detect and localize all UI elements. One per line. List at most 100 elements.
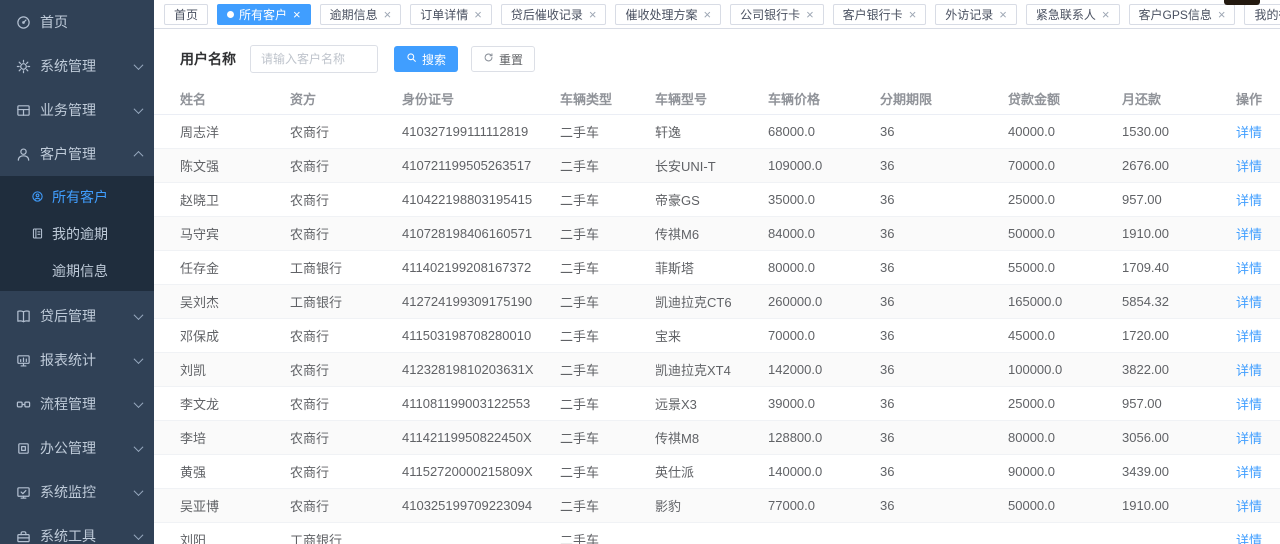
sidebar-subitem-1[interactable]: 我的逾期 bbox=[0, 215, 154, 252]
tab-label: 所有客户 bbox=[239, 6, 287, 23]
tab-4[interactable]: 贷后催收记录× bbox=[501, 4, 607, 25]
tab-11[interactable]: 我的待办× bbox=[1244, 4, 1280, 25]
table-cell: 影豹 bbox=[655, 488, 768, 522]
detail-link[interactable]: 详情 bbox=[1236, 363, 1262, 378]
sidebar-item-3[interactable]: 客户管理 bbox=[0, 132, 154, 176]
tab-6[interactable]: 公司银行卡 × bbox=[730, 4, 824, 25]
tab-label: 客户GPS信息 bbox=[1139, 6, 1212, 23]
table-cell: 工商银行 bbox=[290, 522, 402, 544]
close-icon[interactable]: × bbox=[293, 8, 301, 21]
table-row: 刘阳工商银行二手车详情 bbox=[154, 522, 1280, 544]
tab-label: 订单详情 bbox=[420, 6, 468, 23]
tab-9[interactable]: 紧急联系人 × bbox=[1026, 4, 1120, 25]
sidebar-item-1[interactable]: 系统管理 bbox=[0, 44, 154, 88]
sidebar-item-4[interactable]: 贷后管理 bbox=[0, 294, 154, 338]
sidebar-item-6[interactable]: 流程管理 bbox=[0, 382, 154, 426]
table-cell: 140000.0 bbox=[768, 454, 880, 488]
tab-1[interactable]: 所有客户 × bbox=[217, 4, 311, 25]
table-cell: 工商银行 bbox=[290, 284, 402, 318]
table-cell: 410422198803195415 bbox=[402, 182, 560, 216]
close-icon[interactable]: × bbox=[703, 8, 711, 21]
detail-link[interactable]: 详情 bbox=[1236, 261, 1262, 276]
table-cell: 412724199309175190 bbox=[402, 284, 560, 318]
sidebar-item-label: 贷后管理 bbox=[40, 306, 135, 326]
chevron-down-icon bbox=[134, 60, 144, 70]
sidebar-item-8[interactable]: 系统监控 bbox=[0, 470, 154, 514]
table-cell: 二手车 bbox=[560, 352, 655, 386]
table-cell: 远景X3 bbox=[655, 386, 768, 420]
table-cell: 5854.32 bbox=[1122, 284, 1232, 318]
sidebar-item-0[interactable]: 首页 bbox=[0, 0, 154, 44]
table-cell: 凯迪拉克XT4 bbox=[655, 352, 768, 386]
table-cell: 77000.0 bbox=[768, 488, 880, 522]
sidebar-item-7[interactable]: 办公管理 bbox=[0, 426, 154, 470]
tab-7[interactable]: 客户银行卡× bbox=[833, 4, 927, 25]
table-cell: 农商行 bbox=[290, 488, 402, 522]
chevron-down-icon bbox=[134, 104, 144, 114]
table-header: 姓名资方身份证号车辆类型车辆型号车辆价格分期期限贷款金额月还款操作 bbox=[154, 84, 1280, 114]
table-cell: 36 bbox=[880, 386, 1008, 420]
table-cell: 帝豪GS bbox=[655, 182, 768, 216]
sidebar-item-5[interactable]: 报表统计 bbox=[0, 338, 154, 382]
detail-link[interactable]: 详情 bbox=[1236, 193, 1262, 208]
table-cell: 周志洋 bbox=[154, 114, 290, 148]
table-cell: 1530.00 bbox=[1122, 114, 1232, 148]
column-header: 月还款 bbox=[1122, 84, 1232, 114]
table-cell: 陈文强 bbox=[154, 148, 290, 182]
detail-link[interactable]: 详情 bbox=[1236, 533, 1262, 544]
table-cell: 55000.0 bbox=[1008, 250, 1122, 284]
table-cell: 李文龙 bbox=[154, 386, 290, 420]
detail-link[interactable]: 详情 bbox=[1236, 329, 1262, 344]
tab-0[interactable]: 首页 bbox=[164, 4, 208, 25]
column-header: 贷款金额 bbox=[1008, 84, 1122, 114]
customer-circle-icon bbox=[31, 190, 44, 203]
detail-link[interactable]: 详情 bbox=[1236, 397, 1262, 412]
table-cell-action: 详情 bbox=[1232, 488, 1280, 522]
detail-link[interactable]: 详情 bbox=[1236, 125, 1262, 140]
detail-link[interactable]: 详情 bbox=[1236, 295, 1262, 310]
table-cell: 25000.0 bbox=[1008, 386, 1122, 420]
avatar-partial[interactable] bbox=[1224, 0, 1260, 5]
close-icon[interactable]: × bbox=[1218, 8, 1226, 21]
detail-link[interactable]: 详情 bbox=[1236, 465, 1262, 480]
sidebar-subitem-2[interactable]: 逾期信息 bbox=[0, 252, 154, 289]
table-cell: 任存金 bbox=[154, 250, 290, 284]
tab-2[interactable]: 逾期信息× bbox=[320, 4, 402, 25]
refresh-icon bbox=[483, 52, 494, 66]
table-cell bbox=[1122, 522, 1232, 544]
reset-button[interactable]: 重置 bbox=[471, 46, 535, 72]
table-cell-action: 详情 bbox=[1232, 386, 1280, 420]
detail-link[interactable]: 详情 bbox=[1236, 227, 1262, 242]
tab-label: 紧急联系人 bbox=[1036, 6, 1096, 23]
detail-link[interactable]: 详情 bbox=[1236, 499, 1262, 514]
gear-icon bbox=[16, 59, 31, 74]
customer-name-input[interactable] bbox=[250, 45, 378, 73]
close-icon[interactable]: × bbox=[909, 8, 917, 21]
detail-link[interactable]: 详情 bbox=[1236, 159, 1262, 174]
tab-8[interactable]: 外访记录× bbox=[935, 4, 1017, 25]
column-header: 操作 bbox=[1232, 84, 1280, 114]
tab-10[interactable]: 客户GPS信息 × bbox=[1129, 4, 1236, 25]
tab-3[interactable]: 订单详情 × bbox=[410, 4, 492, 25]
sidebar-item-label: 系统工具 bbox=[40, 526, 135, 544]
sidebar-item-9[interactable]: 系统工具 bbox=[0, 514, 154, 544]
tab-5[interactable]: 催收处理方案× bbox=[615, 4, 721, 25]
search-button[interactable]: 搜索 bbox=[394, 46, 458, 72]
close-icon[interactable]: × bbox=[1102, 8, 1110, 21]
tab-bar: 首页所有客户×逾期信息×订单详情×贷后催收记录×催收处理方案×公司银行卡×客户银… bbox=[154, 0, 1280, 29]
sidebar-subitem-0[interactable]: 所有客户 bbox=[0, 178, 154, 215]
close-icon[interactable]: × bbox=[589, 8, 597, 21]
table-cell: 二手车 bbox=[560, 182, 655, 216]
tab-label: 公司银行卡 bbox=[740, 6, 800, 23]
table-cell: 45000.0 bbox=[1008, 318, 1122, 352]
detail-link[interactable]: 详情 bbox=[1236, 431, 1262, 446]
table-cell: 刘凯 bbox=[154, 352, 290, 386]
table-cell: 李培 bbox=[154, 420, 290, 454]
close-icon[interactable]: × bbox=[384, 8, 392, 21]
table-cell: 二手车 bbox=[560, 420, 655, 454]
close-icon[interactable]: × bbox=[806, 8, 814, 21]
table-cell: 二手车 bbox=[560, 454, 655, 488]
close-icon[interactable]: × bbox=[474, 8, 482, 21]
sidebar-item-2[interactable]: 业务管理 bbox=[0, 88, 154, 132]
close-icon[interactable]: × bbox=[999, 8, 1007, 21]
